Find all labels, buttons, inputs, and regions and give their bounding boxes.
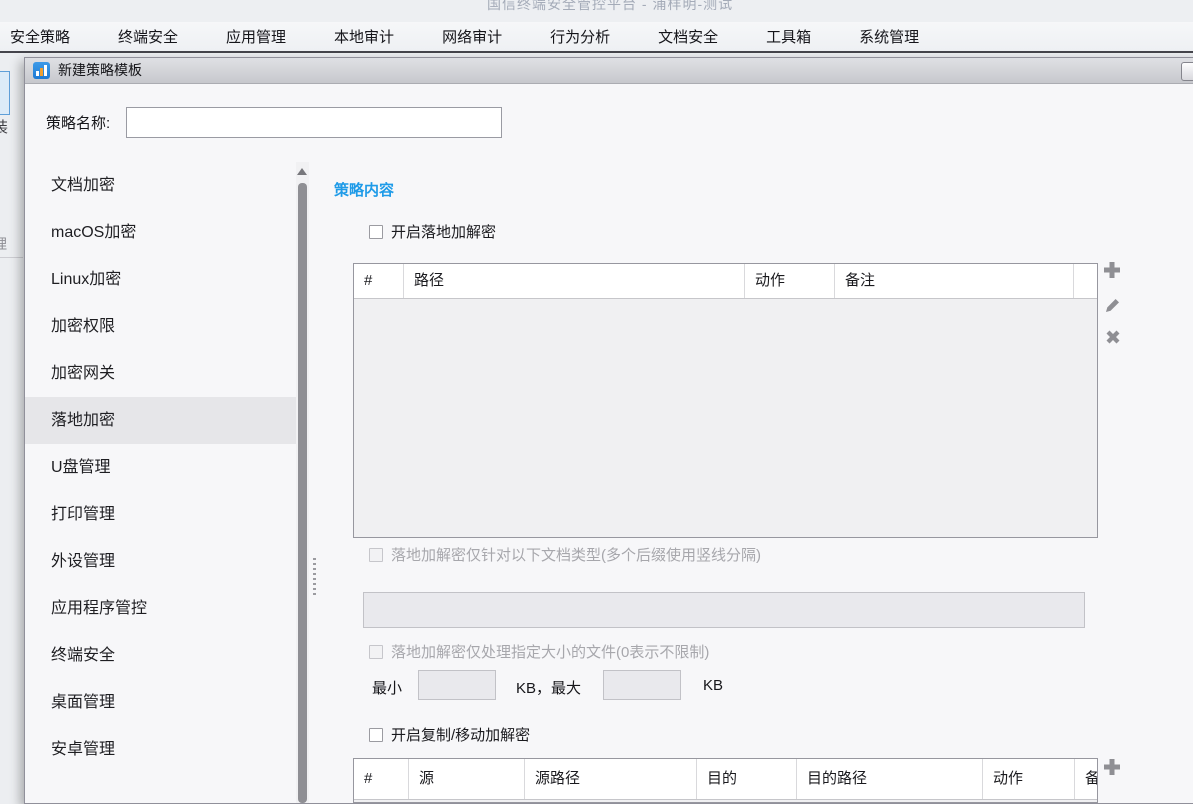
column-header[interactable] xyxy=(1074,264,1097,298)
add-icon[interactable] xyxy=(1101,259,1123,281)
size-filter-row: 落地加解密仅处理指定大小的文件(0表示不限制) xyxy=(369,641,709,662)
category-item[interactable]: 落地加密 xyxy=(25,397,296,444)
min-size-label: 最小 xyxy=(372,677,402,698)
column-header[interactable]: 动作 xyxy=(745,264,835,298)
copymove-encrypt-checkbox[interactable] xyxy=(369,728,383,742)
menu-bar: 安全策略 终端安全 应用管理 本地审计 网络审计 行为分析 文档安全 工具箱 系统管理 xyxy=(0,22,1193,53)
menu-item[interactable]: 工具箱 xyxy=(766,26,811,47)
dialog-title: 新建策略模板 xyxy=(58,58,142,83)
landing-encrypt-checkbox[interactable] xyxy=(369,225,383,239)
landing-path-table: #路径动作备注 xyxy=(353,263,1098,538)
scroll-up-icon[interactable] xyxy=(297,168,307,175)
doctype-filter-checkbox[interactable] xyxy=(369,548,383,562)
landing-encrypt-row: 开启落地加解密 xyxy=(369,221,496,242)
category-item[interactable]: macOS加密 xyxy=(25,209,296,256)
column-header[interactable]: 路径 xyxy=(404,264,745,298)
menu-item[interactable]: 应用管理 xyxy=(226,26,286,47)
delete-icon[interactable] xyxy=(1104,328,1122,346)
menu-item[interactable]: 本地审计 xyxy=(334,26,394,47)
bar-chart-icon xyxy=(33,62,50,79)
background-window-tab xyxy=(0,71,10,115)
category-list: 文档加密macOS加密Linux加密加密权限加密网关落地加密U盘管理打印管理外设… xyxy=(25,162,296,803)
category-item[interactable]: 外设管理 xyxy=(25,538,296,585)
landing-encrypt-label: 开启落地加解密 xyxy=(391,221,496,242)
menu-item[interactable]: 终端安全 xyxy=(118,26,178,47)
background-text-fragment: 理 xyxy=(0,234,7,254)
size-filter-checkbox[interactable] xyxy=(369,645,383,659)
menu-item[interactable]: 系统管理 xyxy=(859,26,919,47)
category-item[interactable]: U盘管理 xyxy=(25,444,296,491)
column-header[interactable]: 备注 xyxy=(835,264,1074,298)
sidebar-scrollbar[interactable] xyxy=(296,162,309,803)
unit-label: KB xyxy=(703,677,723,694)
window-titlebar: 国信终端安全管控平台 - 浦样明-测试 xyxy=(0,0,1193,22)
panel-splitter-handle[interactable] xyxy=(313,558,316,598)
column-header[interactable]: 备注 xyxy=(1075,759,1097,799)
doctype-input[interactable] xyxy=(363,592,1085,628)
category-item[interactable]: 桌面管理 xyxy=(25,679,296,726)
background-divider xyxy=(0,257,23,258)
min-size-input[interactable] xyxy=(418,670,496,700)
scrollbar-thumb[interactable] xyxy=(298,183,307,803)
menu-item[interactable]: 行为分析 xyxy=(550,26,610,47)
column-header[interactable]: 源 xyxy=(409,759,525,799)
between-size-label: KB，最大 xyxy=(516,677,581,698)
column-header[interactable]: # xyxy=(354,759,409,799)
category-item[interactable]: 应用程序管控 xyxy=(25,585,296,632)
new-policy-template-dialog: 新建策略模板 策略名称: 文档加密macOS加密Linux加密加密权限加密网关落… xyxy=(24,57,1193,804)
doctype-filter-row: 落地加解密仅针对以下文档类型(多个后缀使用竖线分隔) xyxy=(369,544,761,565)
category-item[interactable]: 终端安全 xyxy=(25,632,296,679)
category-item[interactable]: 加密权限 xyxy=(25,303,296,350)
menu-item[interactable]: 文档安全 xyxy=(658,26,718,47)
category-item[interactable]: Linux加密 xyxy=(25,256,296,303)
max-size-input[interactable] xyxy=(603,670,681,700)
doctype-filter-label: 落地加解密仅针对以下文档类型(多个后缀使用竖线分隔) xyxy=(391,544,761,565)
category-item[interactable]: 加密网关 xyxy=(25,350,296,397)
policy-name-input[interactable] xyxy=(126,107,502,138)
menu-item[interactable]: 安全策略 xyxy=(10,26,70,47)
category-item[interactable]: 打印管理 xyxy=(25,491,296,538)
category-item[interactable]: 安卓管理 xyxy=(25,726,296,773)
column-header[interactable]: 目的路径 xyxy=(797,759,983,799)
column-header[interactable]: 动作 xyxy=(983,759,1075,799)
add-icon[interactable] xyxy=(1101,756,1123,778)
table-header-row: #源源路径目的目的路径动作备注 xyxy=(354,759,1097,800)
category-item[interactable]: 文档加密 xyxy=(25,162,296,209)
size-filter-label: 落地加解密仅处理指定大小的文件(0表示不限制) xyxy=(391,641,709,662)
dialog-titlebar[interactable]: 新建策略模板 xyxy=(25,58,1193,84)
copymove-table: #源源路径目的目的路径动作备注 xyxy=(353,758,1098,803)
column-header[interactable]: 源路径 xyxy=(525,759,697,799)
background-text-fragment: 装 xyxy=(0,116,8,137)
policy-name-label: 策略名称: xyxy=(46,112,110,133)
menu-item[interactable]: 网络审计 xyxy=(442,26,502,47)
copymove-encrypt-label: 开启复制/移动加解密 xyxy=(391,724,530,745)
edit-icon[interactable] xyxy=(1104,296,1122,314)
copymove-encrypt-row: 开启复制/移动加解密 xyxy=(369,724,530,745)
table-header-row: #路径动作备注 xyxy=(354,264,1097,299)
window-title: 国信终端安全管控平台 - 浦样明-测试 xyxy=(487,0,733,14)
column-header[interactable]: 目的 xyxy=(697,759,797,799)
policy-content-header: 策略内容 xyxy=(334,179,394,200)
dialog-corner-button[interactable] xyxy=(1181,62,1193,81)
column-header[interactable]: # xyxy=(354,264,404,298)
